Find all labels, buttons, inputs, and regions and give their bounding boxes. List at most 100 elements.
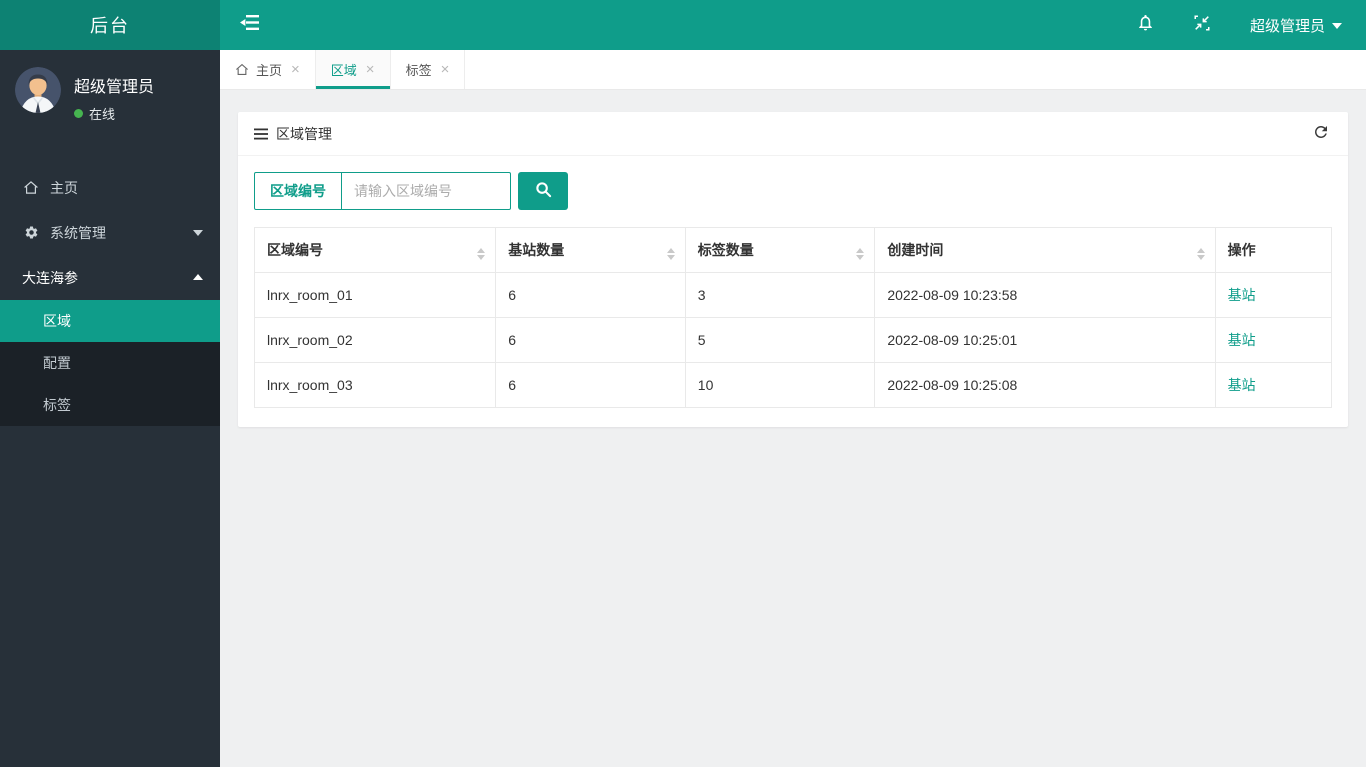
- sidebar-item-system-management[interactable]: 系统管理: [0, 210, 220, 255]
- sort-icon[interactable]: [856, 244, 865, 264]
- brand-logo[interactable]: 后台: [0, 0, 220, 50]
- cell-area-id: lnrx_room_02: [253, 317, 497, 363]
- online-status-label: 在线: [89, 107, 116, 122]
- content-area: 区域管理 区域编号 请输入区域编号 区域编号 基站数量 标签数量 创建时间 操作…: [220, 90, 1366, 767]
- sidebar-subitem-config[interactable]: 配置: [0, 342, 220, 384]
- table-row: lnrx_room_03 6 10 2022-08-09 10:25:08 基站: [253, 362, 1333, 408]
- sidebar-submenu: 区域 配置 标签: [0, 300, 220, 426]
- col-header-label: 操作: [1227, 242, 1256, 258]
- sidebar-subitem-label: 标签: [43, 397, 71, 413]
- cell-created-at: 2022-08-09 10:25:01: [874, 317, 1216, 363]
- cell-actions: 基站: [1214, 272, 1333, 318]
- online-dot-icon: [74, 109, 83, 118]
- base-station-link[interactable]: 基站: [1228, 377, 1256, 393]
- card-body: 区域编号 请输入区域编号 区域编号 基站数量 标签数量 创建时间 操作 lnrx…: [238, 156, 1348, 427]
- table-header-row: 区域编号 基站数量 标签数量 创建时间 操作: [253, 227, 1333, 273]
- compress-icon: [1193, 14, 1211, 37]
- cell-tag-count: 3: [684, 272, 876, 318]
- cell-area-id: lnrx_room_01: [253, 272, 497, 318]
- caret-down-icon: [193, 230, 203, 241]
- sidebar-item-label: 主页: [50, 179, 78, 196]
- sidebar-toggle-button[interactable]: [220, 0, 278, 50]
- sidebar-subitem-tags[interactable]: 标签: [0, 384, 220, 426]
- close-icon[interactable]: ×: [441, 62, 450, 77]
- cell-area-id: lnrx_room_03: [253, 362, 497, 408]
- user-menu-dropdown[interactable]: 超级管理员: [1230, 0, 1366, 50]
- sidebar-subitem-area[interactable]: 区域: [0, 300, 220, 342]
- sort-icon[interactable]: [666, 244, 675, 264]
- area-table: 区域编号 基站数量 标签数量 创建时间 操作 lnrx_room_01 6 3 …: [253, 227, 1333, 408]
- refresh-icon: [1312, 123, 1330, 144]
- sidebar-user-info: 超级管理员 在线: [74, 67, 154, 123]
- area-id-search-input[interactable]: [342, 173, 510, 209]
- cell-station-count: 6: [495, 272, 686, 318]
- tab-tags[interactable]: 标签 ×: [391, 50, 466, 89]
- page: 后台 超级管理员 超级管理员 在线 主页 系统管理 大连海参 区域 配置 标签 …: [0, 0, 1366, 767]
- top-navbar: 后台 超级管理员: [0, 0, 1366, 50]
- close-icon[interactable]: ×: [291, 62, 300, 77]
- search-input-group: 区域编号: [254, 172, 511, 210]
- cell-station-count: 6: [495, 362, 686, 408]
- cell-actions: 基站: [1214, 362, 1333, 408]
- refresh-button[interactable]: [1310, 121, 1332, 146]
- card-title: 区域管理: [276, 125, 332, 142]
- home-icon: [22, 180, 40, 195]
- tab-label: 主页: [256, 63, 283, 78]
- area-management-card: 区域管理 区域编号 请输入区域编号 区域编号 基站数量 标签数量 创建时间 操作…: [238, 112, 1348, 427]
- col-header-created-at[interactable]: 创建时间: [874, 227, 1216, 273]
- sidebar-user-name: 超级管理员: [74, 79, 155, 96]
- tab-label: 区域: [330, 63, 357, 78]
- tab-home[interactable]: 主页 ×: [220, 50, 316, 89]
- sort-icon[interactable]: [1196, 244, 1205, 264]
- cell-created-at: 2022-08-09 10:25:08: [874, 362, 1216, 408]
- close-icon[interactable]: ×: [366, 62, 375, 77]
- sidebar-subitem-label: 区域: [43, 313, 71, 329]
- avatar: [15, 67, 61, 113]
- tab-bar: 主页 × 区域 × 标签 ×: [220, 50, 1366, 90]
- sidebar-user-status: 在线: [74, 104, 154, 123]
- cell-created-at: 2022-08-09 10:23:58: [874, 272, 1216, 318]
- notifications-button[interactable]: [1117, 0, 1174, 50]
- cell-tag-count: 5: [684, 317, 876, 363]
- col-header-area-id[interactable]: 区域编号: [253, 227, 497, 273]
- fullscreen-exit-button[interactable]: [1174, 0, 1230, 50]
- col-header-label: 基站数量: [508, 242, 565, 258]
- table-row: lnrx_room_02 6 5 2022-08-09 10:25:01 基站: [253, 317, 1333, 363]
- sort-icon[interactable]: [477, 244, 486, 264]
- card-header: 区域管理: [238, 112, 1348, 156]
- sidebar-menu: 主页 系统管理 大连海参 区域 配置 标签: [0, 165, 220, 426]
- base-station-link[interactable]: 基站: [1228, 287, 1256, 303]
- cell-actions: 基站: [1214, 317, 1333, 363]
- tab-area[interactable]: 区域 ×: [315, 50, 391, 89]
- brand-text: 后台: [90, 16, 130, 36]
- sidebar-user-panel: 超级管理员 在线: [0, 50, 220, 135]
- col-header-station-count[interactable]: 基站数量: [495, 227, 686, 273]
- sidebar-item-label: 大连海参: [22, 269, 78, 286]
- col-header-label: 创建时间: [887, 242, 944, 258]
- caret-up-icon: [193, 269, 203, 280]
- col-header-actions: 操作: [1214, 227, 1333, 273]
- search-button[interactable]: [518, 172, 568, 210]
- base-station-link[interactable]: 基站: [1228, 332, 1256, 348]
- sidebar-subitem-label: 配置: [43, 355, 71, 371]
- table-row: lnrx_room_01 6 3 2022-08-09 10:23:58 基站: [253, 272, 1333, 318]
- search-toolbar: 区域编号: [254, 172, 1332, 210]
- sidebar: 超级管理员 在线 主页 系统管理 大连海参 区域 配置 标签: [0, 50, 220, 767]
- user-menu-label: 超级管理员: [1249, 17, 1325, 35]
- col-header-tag-count[interactable]: 标签数量: [684, 227, 876, 273]
- home-icon: [235, 63, 249, 76]
- sidebar-item-home[interactable]: 主页: [0, 165, 220, 210]
- cell-station-count: 6: [495, 317, 686, 363]
- bell-icon: [1136, 13, 1155, 37]
- tab-label: 标签: [405, 63, 432, 78]
- cell-tag-count: 10: [684, 362, 876, 408]
- magnifier-icon: [535, 181, 552, 201]
- caret-down-icon: [1332, 22, 1342, 34]
- main-area: 主页 × 区域 × 标签 × 区域管理 区域编号 请输入区域编号 区域编号 基站…: [220, 50, 1366, 767]
- col-header-label: 标签数量: [697, 242, 754, 258]
- outdent-icon: [239, 14, 259, 36]
- hamburger-icon: [254, 128, 268, 140]
- gear-icon: [22, 225, 40, 240]
- sidebar-item-dalian-haishen[interactable]: 大连海参: [0, 255, 220, 300]
- col-header-label: 区域编号: [267, 242, 323, 258]
